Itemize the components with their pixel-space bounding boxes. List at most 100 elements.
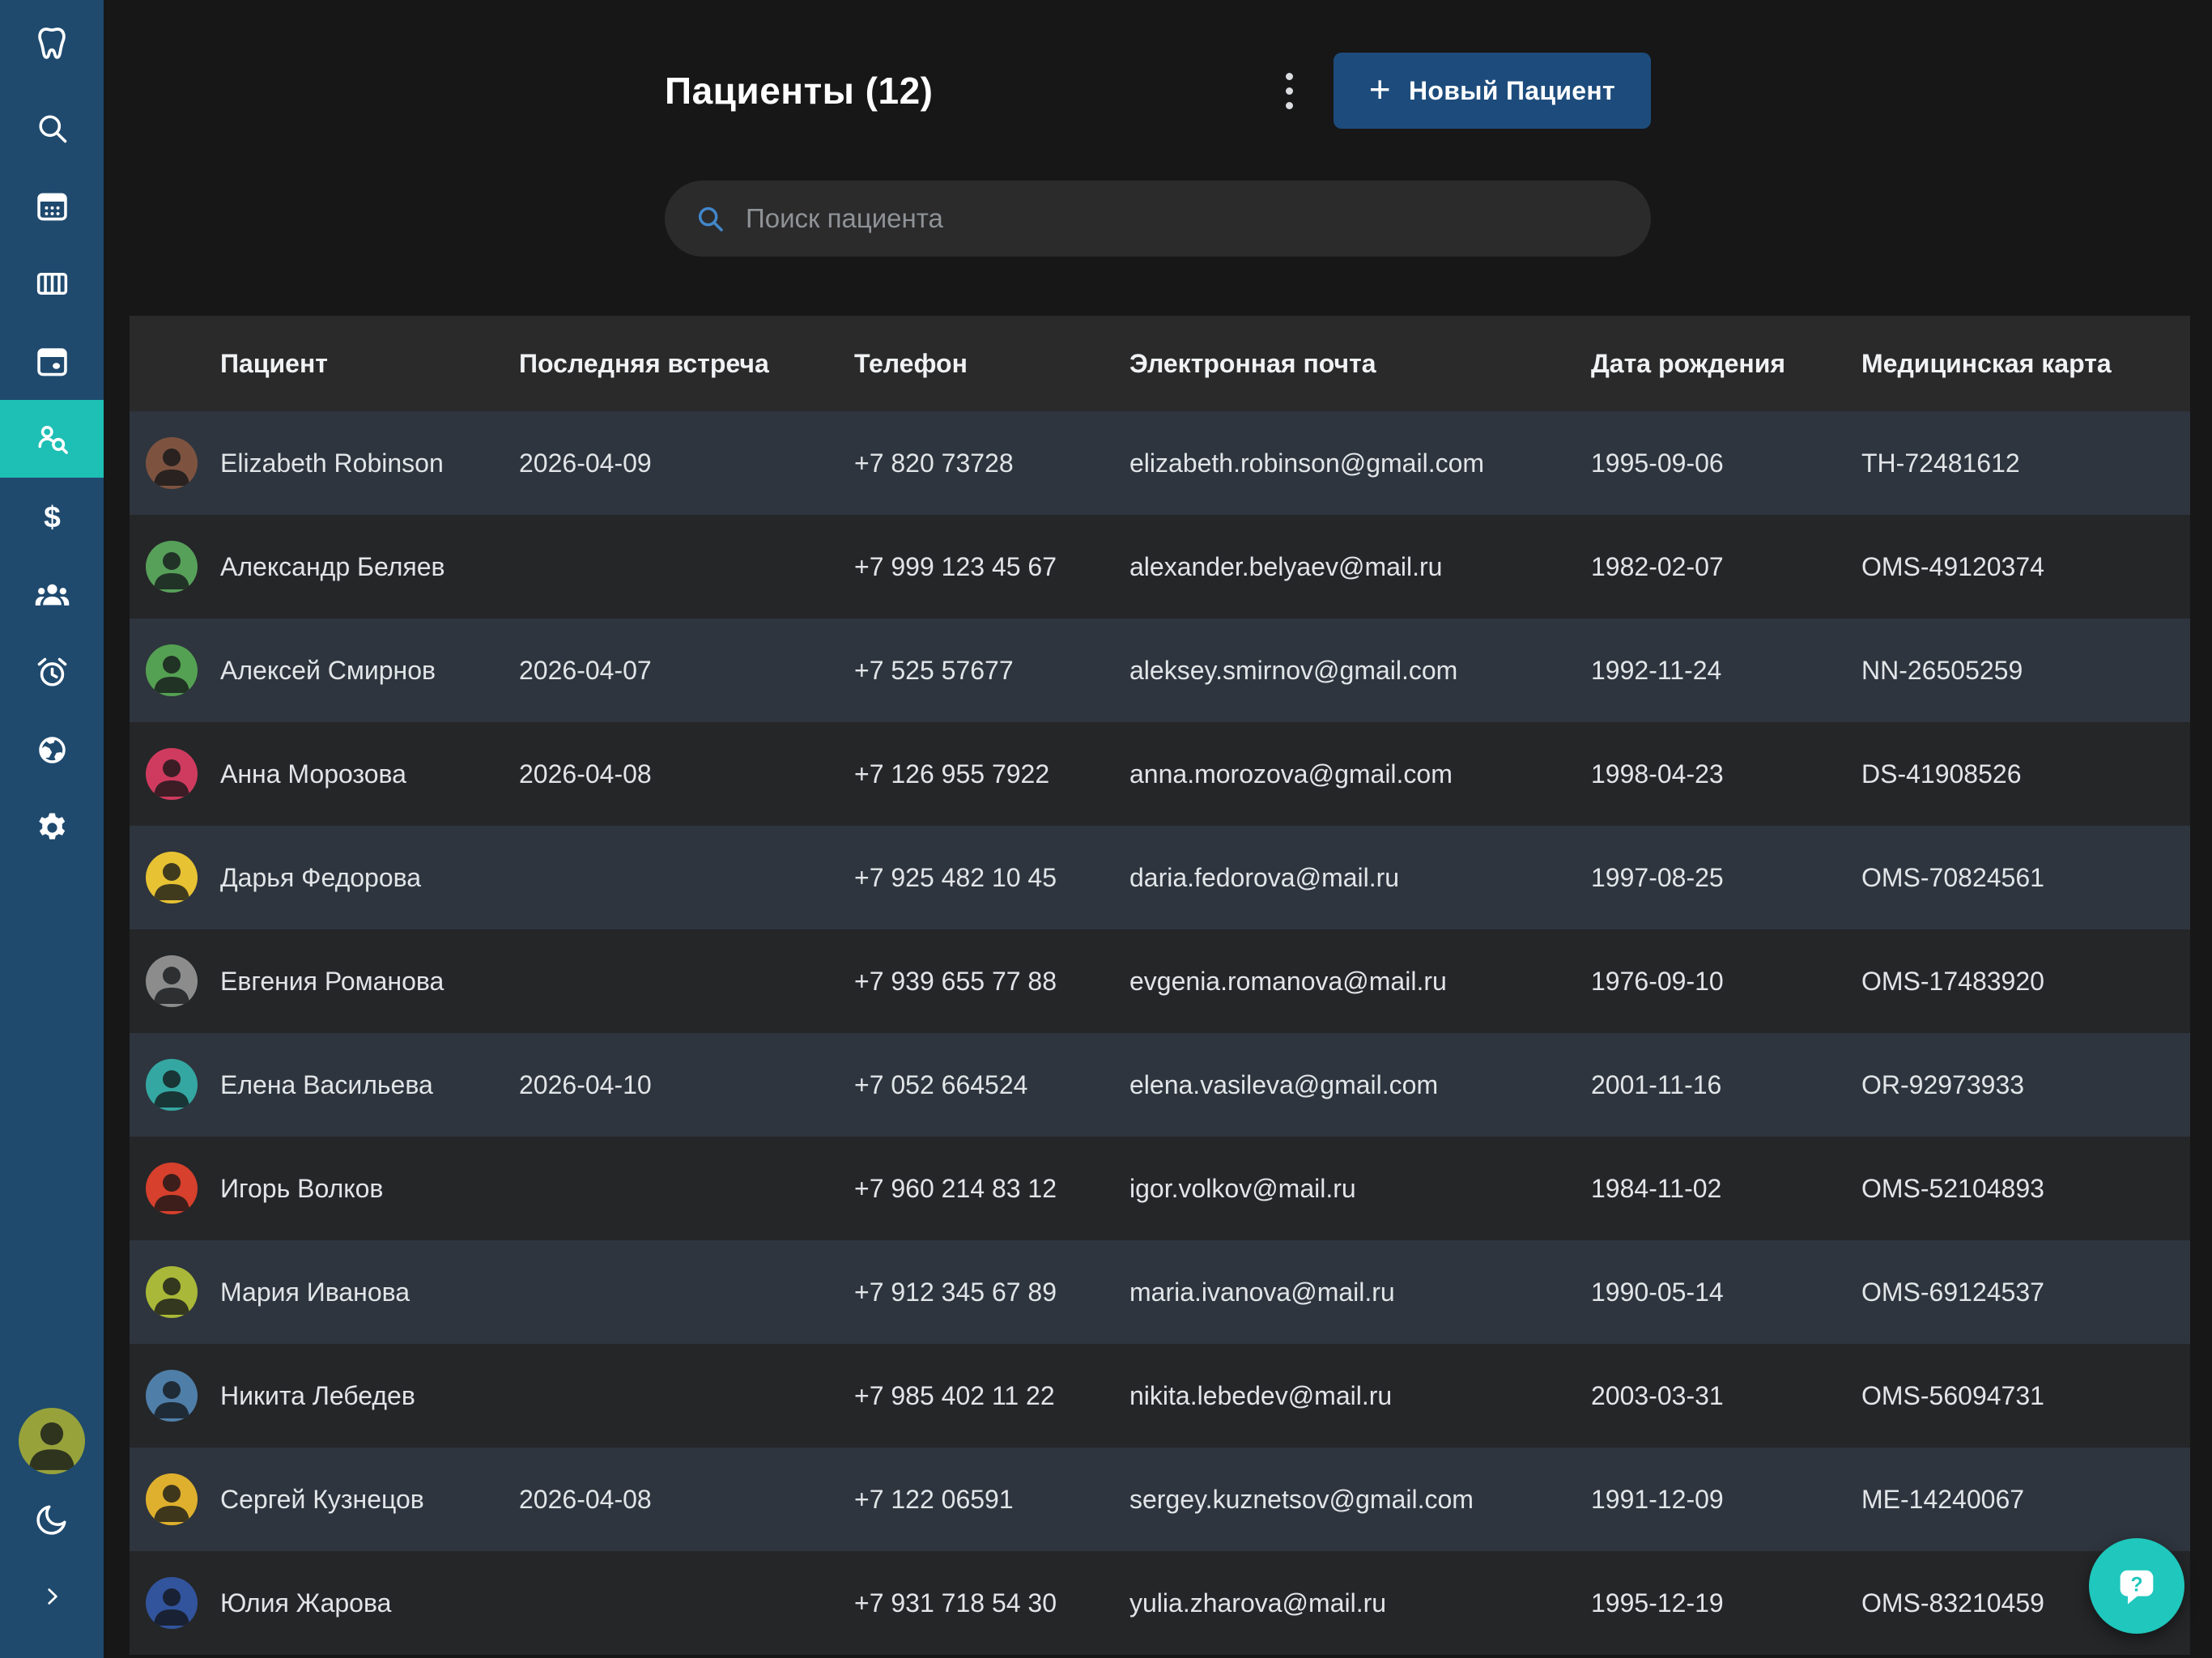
last-visit-cell: 2026-04-08 <box>519 759 854 789</box>
search-icon <box>33 109 71 147</box>
patient-name: Мария Иванова <box>220 1278 410 1307</box>
calendar-grid-icon <box>33 187 71 225</box>
patient-cell: Алексей Смирнов <box>130 644 519 696</box>
dark-mode-toggle[interactable] <box>0 1480 104 1558</box>
table-row[interactable]: Сергей Кузнецов2026-04-08+7 122 06591ser… <box>130 1448 2190 1551</box>
patient-cell: Евгения Романова <box>130 955 519 1007</box>
patient-cell: Елена Васильева <box>130 1059 519 1111</box>
phone-cell: +7 052 664524 <box>854 1070 1129 1100</box>
dollar-icon: $ <box>33 498 71 536</box>
card-cell: OMS-52104893 <box>1861 1174 2190 1204</box>
card-cell: TH-72481612 <box>1861 449 2190 478</box>
header-actions: + Новый Пациент <box>1279 53 1651 129</box>
patient-avatar <box>146 437 198 489</box>
last-visit-cell: 2026-04-07 <box>519 656 854 686</box>
phone-cell: +7 985 402 11 22 <box>854 1381 1129 1411</box>
sidebar-item-calendar[interactable] <box>0 167 104 244</box>
patient-name: Никита Лебедев <box>220 1381 415 1411</box>
globe-icon <box>33 731 71 769</box>
patient-name: Elizabeth Robinson <box>220 449 444 478</box>
table-row[interactable]: Юлия Жарова+7 931 718 54 30yulia.zharova… <box>130 1551 2190 1655</box>
dob-cell: 1998-04-23 <box>1591 759 1861 789</box>
patient-avatar <box>146 1473 198 1525</box>
table-row[interactable]: Евгения Романова+7 939 655 77 88evgenia.… <box>130 929 2190 1033</box>
patient-name: Юлия Жарова <box>220 1588 391 1618</box>
email-cell: elizabeth.robinson@gmail.com <box>1129 449 1591 478</box>
dob-cell: 2001-11-16 <box>1591 1070 1861 1100</box>
dob-cell: 1992-11-24 <box>1591 656 1861 686</box>
patient-avatar <box>146 955 198 1007</box>
more-options-button[interactable] <box>1279 65 1300 117</box>
board-columns-icon <box>33 265 71 303</box>
card-cell: NN-26505259 <box>1861 656 2190 686</box>
patient-avatar <box>146 644 198 696</box>
patient-avatar <box>146 1163 198 1214</box>
patient-avatar <box>146 1059 198 1111</box>
sidebar-spacer <box>0 866 104 1402</box>
dob-cell: 2003-03-31 <box>1591 1381 1861 1411</box>
table-row[interactable]: Алексей Смирнов2026-04-07+7 525 57677ale… <box>130 619 2190 722</box>
table-row[interactable]: Игорь Волков+7 960 214 83 12igor.volkov@… <box>130 1137 2190 1240</box>
search-input[interactable] <box>746 203 1622 234</box>
sidebar-item-settings[interactable] <box>0 789 104 866</box>
email-cell: daria.fedorova@mail.ru <box>1129 863 1591 893</box>
email-cell: nikita.lebedev@mail.ru <box>1129 1381 1591 1411</box>
sidebar-item-billing[interactable]: $ <box>0 478 104 555</box>
patient-name: Алексей Смирнов <box>220 656 436 686</box>
phone-cell: +7 939 655 77 88 <box>854 967 1129 997</box>
user-photo-avatar <box>19 1408 85 1474</box>
sidebar-item-reminders[interactable] <box>0 633 104 711</box>
alarm-clock-icon <box>33 653 71 691</box>
card-cell: OMS-70824561 <box>1861 863 2190 893</box>
table-row[interactable]: Никита Лебедев +7 985 402 11 22nikita.leb… <box>130 1344 2190 1448</box>
card-cell: OMS-69124537 <box>1861 1278 2190 1307</box>
sidebar-expand-button[interactable] <box>0 1558 104 1635</box>
sidebar-item-patients[interactable] <box>0 400 104 478</box>
sidebar-item-web[interactable] <box>0 711 104 789</box>
dob-cell: 1995-09-06 <box>1591 449 1861 478</box>
search-icon <box>694 202 726 235</box>
phone-cell: +7 925 482 10 45 <box>854 863 1129 893</box>
phone-cell: +7 820 73728 <box>854 449 1129 478</box>
patient-cell: Мария Иванова <box>130 1266 519 1318</box>
table-row[interactable]: Elizabeth Robinson2026-04-09+7 820 73728… <box>130 411 2190 515</box>
patient-cell: Никита Лебедев <box>130 1370 519 1422</box>
sidebar-item-search[interactable] <box>0 89 104 167</box>
kebab-dot <box>1286 102 1293 109</box>
patient-avatar <box>146 748 198 800</box>
table-row[interactable]: Александр Беляев+7 999 123 45 67alexande… <box>130 515 2190 619</box>
patient-name: Александр Беляев <box>220 552 445 582</box>
sidebar-nav: $ <box>0 0 104 866</box>
dob-cell: 1991-12-09 <box>1591 1485 1861 1515</box>
dob-cell: 1997-08-25 <box>1591 863 1861 893</box>
help-button[interactable]: ? <box>2089 1538 2184 1634</box>
moon-icon <box>33 1500 71 1538</box>
sidebar-item-board[interactable] <box>0 244 104 322</box>
user-avatar[interactable] <box>0 1402 104 1480</box>
table-header: Пациент Последняя встреча Телефон Электр… <box>130 316 2190 411</box>
main-content: Пациенты (12) + Новый Пациент Паци <box>104 0 2212 1658</box>
search-bar <box>665 181 1651 257</box>
page-header: Пациенты (12) + Новый Пациент <box>665 52 1651 130</box>
patient-avatar <box>146 1370 198 1422</box>
sidebar: $ <box>0 0 104 1658</box>
email-cell: yulia.zharova@mail.ru <box>1129 1588 1591 1618</box>
dob-cell: 1995-12-19 <box>1591 1588 1861 1618</box>
table-row[interactable]: Елена Васильева2026-04-10+7 052 664524el… <box>130 1033 2190 1137</box>
svg-text:?: ? <box>2130 1574 2142 1596</box>
table-row[interactable]: Анна Морозова2026-04-08+7 126 955 7922an… <box>130 722 2190 826</box>
phone-cell: +7 912 345 67 89 <box>854 1278 1129 1307</box>
patient-search-icon <box>33 420 71 458</box>
new-patient-button[interactable]: + Новый Пациент <box>1334 53 1651 129</box>
sidebar-item-schedule[interactable] <box>0 322 104 400</box>
sidebar-item-staff[interactable] <box>0 555 104 633</box>
column-header-email: Электронная почта <box>1129 349 1591 379</box>
sidebar-footer <box>0 1402 104 1635</box>
column-header-patient: Пациент <box>130 349 519 379</box>
table-row[interactable]: Дарья Федорова+7 925 482 10 45daria.fedo… <box>130 826 2190 929</box>
table-row[interactable]: Мария Иванова+7 912 345 67 89maria.ivano… <box>130 1240 2190 1344</box>
patient-cell: Александр Беляев <box>130 541 519 593</box>
tooth-logo-icon <box>32 24 72 65</box>
phone-cell: +7 960 214 83 12 <box>854 1174 1129 1204</box>
column-header-card: Медицинская карта <box>1861 349 2190 379</box>
